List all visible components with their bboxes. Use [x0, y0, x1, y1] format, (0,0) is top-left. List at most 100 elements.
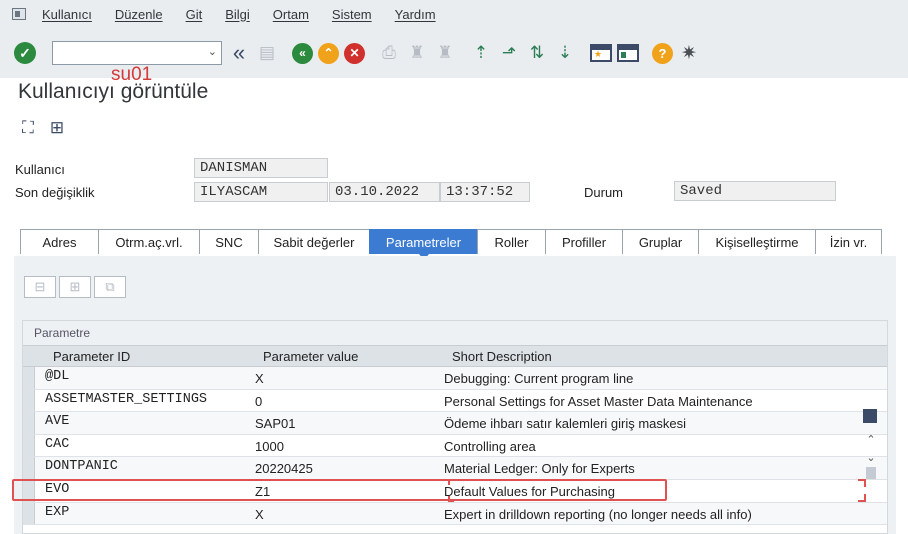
find-next-icon[interactable]: ♜: [434, 41, 456, 65]
row-selector[interactable]: [23, 367, 35, 389]
scroll-thumb[interactable]: [866, 467, 876, 479]
cell-short-description: Expert in drilldown reporting (no longer…: [444, 506, 752, 522]
cell-parameter-id[interactable]: CAC: [45, 437, 69, 452]
menu-git[interactable]: Git: [186, 7, 203, 22]
next-page-icon[interactable]: ⇅: [526, 41, 548, 65]
tab-gruplar[interactable]: Gruplar: [622, 229, 698, 254]
annotation-mark: [448, 479, 454, 485]
table-body: @DL X Debugging: Current program line AS…: [23, 367, 887, 526]
table-row[interactable]: CAC 1000 Controlling area: [23, 434, 887, 458]
cell-short-description: Ödeme ihbarı satır kalemleri giriş maske…: [444, 416, 687, 432]
menu-kullanici[interactable]: Kullanıcı: [42, 7, 92, 22]
cell-parameter-value[interactable]: X: [255, 371, 264, 386]
status-field: Saved: [674, 181, 836, 201]
menu-bar: Kullanıcı Düzenle Git Bilgi Ortam Sistem…: [0, 0, 908, 28]
display-change-icon[interactable]: ⛶: [22, 118, 34, 138]
table-row[interactable]: AVE SAP01 Ödeme ihbarı satır kalemleri g…: [23, 412, 887, 435]
menu-ortam[interactable]: Ortam: [273, 7, 309, 22]
copy-row-icon[interactable]: ⧉: [94, 276, 126, 298]
col-parameter-id[interactable]: Parameter ID: [53, 349, 130, 364]
save-icon[interactable]: ▤: [256, 41, 278, 65]
col-parameter-value[interactable]: Parameter value: [263, 349, 358, 364]
tab-snc[interactable]: SNC: [199, 229, 258, 254]
annotation-mark: [858, 494, 866, 502]
highlight-box: [12, 479, 667, 501]
insert-row-icon[interactable]: ⊞: [59, 276, 91, 298]
last-page-icon[interactable]: ⇣: [554, 41, 576, 65]
back-button[interactable]: «: [292, 42, 313, 64]
vertical-scrollbar[interactable]: ⌃ ⌄: [863, 409, 879, 534]
col-short-description[interactable]: Short Description: [452, 349, 552, 364]
table-row[interactable]: EXP X Expert in drilldown reporting (no …: [23, 502, 887, 526]
status-label: Durum: [584, 185, 624, 200]
menu-duzenle[interactable]: Düzenle: [115, 7, 163, 22]
cell-short-description: Material Ledger: Only for Experts: [444, 461, 635, 477]
menu-yardim[interactable]: Yardım: [395, 7, 436, 22]
standard-toolbar: ✓ ⌄ su01 « ▤ « ⌃ ✕ ⎙ ♜ ♜ ⇡ ⬏ ⇅ ⇣ ? ✷: [0, 28, 908, 85]
tab-strip: Adres Otrm.aç.vrl. SNC Sabit değerler Pa…: [20, 229, 882, 260]
command-input[interactable]: [53, 42, 193, 64]
cell-parameter-id[interactable]: AVE: [45, 414, 69, 429]
row-selector[interactable]: [23, 389, 35, 412]
table-header: Parameter ID Parameter value Short Descr…: [23, 345, 887, 367]
exit-button[interactable]: ⌃: [318, 42, 339, 64]
tab-profiller[interactable]: Profiller: [545, 229, 622, 254]
enter-check-button[interactable]: ✓: [14, 42, 36, 64]
cancel-button[interactable]: ✕: [344, 42, 365, 64]
tab-kisisellestirme[interactable]: Kişiselleştirme: [698, 229, 815, 254]
command-field[interactable]: ⌄ su01: [52, 41, 222, 85]
chevron-down-icon[interactable]: ⌄: [208, 45, 217, 58]
first-page-icon[interactable]: ⇡: [470, 41, 492, 65]
cell-parameter-value[interactable]: 20220425: [255, 461, 313, 476]
cell-parameter-value[interactable]: X: [255, 507, 264, 522]
double-chevron-left-icon[interactable]: «: [228, 40, 250, 65]
menu-sistem[interactable]: Sistem: [332, 7, 372, 22]
annotation-mark: [858, 479, 866, 487]
tab-roller[interactable]: Roller: [477, 229, 545, 254]
shortcut-icon[interactable]: [617, 44, 639, 62]
cell-parameter-id[interactable]: ASSETMASTER_SETTINGS: [45, 392, 207, 407]
row-selector[interactable]: [23, 457, 35, 479]
user-label: Kullanıcı: [15, 162, 65, 177]
menu-bilgi[interactable]: Bilgi: [225, 7, 250, 22]
tab-sabit-degerler[interactable]: Sabit değerler: [258, 229, 369, 254]
cell-short-description: Controlling area: [444, 438, 536, 454]
column-settings-icon[interactable]: [863, 409, 877, 423]
cell-parameter-value[interactable]: SAP01: [255, 416, 295, 431]
cell-parameter-id[interactable]: @DL: [45, 369, 69, 384]
find-icon[interactable]: ♜: [406, 41, 428, 65]
tab-adres[interactable]: Adres: [20, 229, 98, 254]
cell-short-description: Debugging: Current program line: [444, 371, 634, 386]
cell-parameter-value[interactable]: 1000: [255, 439, 284, 454]
cell-parameter-id[interactable]: EXP: [45, 505, 69, 520]
table-row[interactable]: DONTPANIC 20220425 Material Ledger: Only…: [23, 457, 887, 480]
table-row[interactable]: ASSETMASTER_SETTINGS 0 Personal Settings…: [23, 389, 887, 413]
tab-otrm[interactable]: Otrm.aç.vrl.: [98, 229, 199, 254]
page-title: Kullanıcıyı görüntüle: [18, 80, 209, 103]
help-icon[interactable]: ?: [652, 42, 673, 64]
scroll-down-icon[interactable]: ⌄: [863, 449, 879, 467]
user-field: DANISMAN: [194, 158, 328, 178]
cell-short-description: Personal Settings for Asset Master Data …: [444, 393, 753, 409]
scroll-up-icon[interactable]: ⌃: [863, 431, 879, 449]
change-date-field: 03.10.2022: [329, 182, 440, 202]
cell-parameter-value[interactable]: 0: [255, 394, 262, 409]
new-session-icon[interactable]: [590, 44, 612, 62]
gear-icon[interactable]: ✷: [681, 42, 697, 65]
row-selector[interactable]: [23, 502, 35, 525]
row-selector[interactable]: [23, 412, 35, 434]
grid-toolbar: ⊟ ⊞ ⧉: [24, 276, 129, 298]
previous-page-icon[interactable]: ⬏: [498, 41, 520, 65]
row-selector[interactable]: [23, 434, 35, 457]
print-icon[interactable]: ⎙: [378, 41, 400, 65]
changed-by-field: ILYASCAM: [194, 182, 328, 202]
user-info-icon[interactable]: ⊞: [50, 118, 64, 138]
change-time-field: 13:37:52: [440, 182, 530, 202]
application-toolbar: ⛶ ⊞: [22, 118, 80, 138]
menu-window-icon[interactable]: [12, 8, 26, 20]
tab-parametreler[interactable]: Parametreler: [369, 229, 477, 260]
delete-row-icon[interactable]: ⊟: [24, 276, 56, 298]
tab-izin-vr[interactable]: İzin vr.: [815, 229, 882, 254]
cell-parameter-id[interactable]: DONTPANIC: [45, 459, 118, 474]
table-row[interactable]: @DL X Debugging: Current program line: [23, 367, 887, 390]
